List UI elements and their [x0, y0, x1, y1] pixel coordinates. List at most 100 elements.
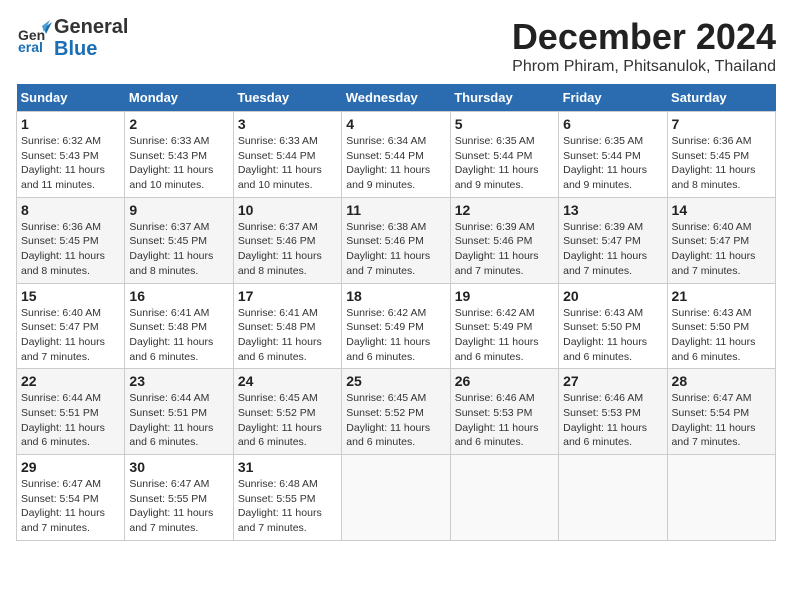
- calendar-cell: 7 Sunrise: 6:36 AM Sunset: 5:45 PM Dayli…: [667, 112, 775, 198]
- calendar-cell: [667, 455, 775, 541]
- day-info: Sunrise: 6:48 AM Sunset: 5:55 PM Dayligh…: [238, 477, 337, 536]
- day-info: Sunrise: 6:40 AM Sunset: 5:47 PM Dayligh…: [672, 220, 771, 279]
- day-number: 5: [455, 116, 554, 132]
- day-info: Sunrise: 6:45 AM Sunset: 5:52 PM Dayligh…: [346, 391, 445, 450]
- header-monday: Monday: [125, 84, 233, 112]
- day-info: Sunrise: 6:47 AM Sunset: 5:55 PM Dayligh…: [129, 477, 228, 536]
- day-info: Sunrise: 6:41 AM Sunset: 5:48 PM Dayligh…: [129, 306, 228, 365]
- calendar-cell: 31 Sunrise: 6:48 AM Sunset: 5:55 PM Dayl…: [233, 455, 341, 541]
- day-number: 9: [129, 202, 228, 218]
- day-info: Sunrise: 6:41 AM Sunset: 5:48 PM Dayligh…: [238, 306, 337, 365]
- day-number: 16: [129, 288, 228, 304]
- calendar-week-row: 29 Sunrise: 6:47 AM Sunset: 5:54 PM Dayl…: [17, 455, 776, 541]
- day-number: 14: [672, 202, 771, 218]
- day-number: 15: [21, 288, 120, 304]
- day-info: Sunrise: 6:32 AM Sunset: 5:43 PM Dayligh…: [21, 134, 120, 193]
- day-number: 21: [672, 288, 771, 304]
- calendar-cell: 3 Sunrise: 6:33 AM Sunset: 5:44 PM Dayli…: [233, 112, 341, 198]
- day-number: 11: [346, 202, 445, 218]
- calendar-cell: 27 Sunrise: 6:46 AM Sunset: 5:53 PM Dayl…: [559, 369, 667, 455]
- calendar-cell: 1 Sunrise: 6:32 AM Sunset: 5:43 PM Dayli…: [17, 112, 125, 198]
- day-info: Sunrise: 6:46 AM Sunset: 5:53 PM Dayligh…: [455, 391, 554, 450]
- header-friday: Friday: [559, 84, 667, 112]
- header-tuesday: Tuesday: [233, 84, 341, 112]
- day-number: 10: [238, 202, 337, 218]
- day-number: 27: [563, 373, 662, 389]
- day-number: 18: [346, 288, 445, 304]
- calendar-cell: 2 Sunrise: 6:33 AM Sunset: 5:43 PM Dayli…: [125, 112, 233, 198]
- day-info: Sunrise: 6:33 AM Sunset: 5:43 PM Dayligh…: [129, 134, 228, 193]
- day-number: 1: [21, 116, 120, 132]
- day-number: 2: [129, 116, 228, 132]
- day-info: Sunrise: 6:36 AM Sunset: 5:45 PM Dayligh…: [672, 134, 771, 193]
- calendar-cell: 30 Sunrise: 6:47 AM Sunset: 5:55 PM Dayl…: [125, 455, 233, 541]
- calendar-cell: 23 Sunrise: 6:44 AM Sunset: 5:51 PM Dayl…: [125, 369, 233, 455]
- location-title: Phrom Phiram, Phitsanulok, Thailand: [512, 58, 776, 76]
- logo-text: General Blue: [54, 16, 128, 60]
- calendar-cell: 5 Sunrise: 6:35 AM Sunset: 5:44 PM Dayli…: [450, 112, 558, 198]
- day-info: Sunrise: 6:38 AM Sunset: 5:46 PM Dayligh…: [346, 220, 445, 279]
- day-number: 31: [238, 459, 337, 475]
- day-number: 8: [21, 202, 120, 218]
- calendar-cell: 25 Sunrise: 6:45 AM Sunset: 5:52 PM Dayl…: [342, 369, 450, 455]
- calendar-cell: 6 Sunrise: 6:35 AM Sunset: 5:44 PM Dayli…: [559, 112, 667, 198]
- day-info: Sunrise: 6:42 AM Sunset: 5:49 PM Dayligh…: [455, 306, 554, 365]
- day-info: Sunrise: 6:36 AM Sunset: 5:45 PM Dayligh…: [21, 220, 120, 279]
- day-number: 29: [21, 459, 120, 475]
- calendar-cell: 29 Sunrise: 6:47 AM Sunset: 5:54 PM Dayl…: [17, 455, 125, 541]
- day-info: Sunrise: 6:43 AM Sunset: 5:50 PM Dayligh…: [563, 306, 662, 365]
- header-saturday: Saturday: [667, 84, 775, 112]
- day-info: Sunrise: 6:43 AM Sunset: 5:50 PM Dayligh…: [672, 306, 771, 365]
- calendar-week-row: 1 Sunrise: 6:32 AM Sunset: 5:43 PM Dayli…: [17, 112, 776, 198]
- calendar-cell: [450, 455, 558, 541]
- calendar-cell: 18 Sunrise: 6:42 AM Sunset: 5:49 PM Dayl…: [342, 283, 450, 369]
- day-info: Sunrise: 6:33 AM Sunset: 5:44 PM Dayligh…: [238, 134, 337, 193]
- calendar-cell: 4 Sunrise: 6:34 AM Sunset: 5:44 PM Dayli…: [342, 112, 450, 198]
- day-number: 30: [129, 459, 228, 475]
- header-sunday: Sunday: [17, 84, 125, 112]
- day-info: Sunrise: 6:37 AM Sunset: 5:46 PM Dayligh…: [238, 220, 337, 279]
- calendar-cell: 17 Sunrise: 6:41 AM Sunset: 5:48 PM Dayl…: [233, 283, 341, 369]
- day-number: 23: [129, 373, 228, 389]
- calendar-week-row: 22 Sunrise: 6:44 AM Sunset: 5:51 PM Dayl…: [17, 369, 776, 455]
- day-number: 22: [21, 373, 120, 389]
- day-info: Sunrise: 6:46 AM Sunset: 5:53 PM Dayligh…: [563, 391, 662, 450]
- day-number: 13: [563, 202, 662, 218]
- day-number: 4: [346, 116, 445, 132]
- header-thursday: Thursday: [450, 84, 558, 112]
- day-number: 28: [672, 373, 771, 389]
- day-info: Sunrise: 6:47 AM Sunset: 5:54 PM Dayligh…: [672, 391, 771, 450]
- calendar-cell: 19 Sunrise: 6:42 AM Sunset: 5:49 PM Dayl…: [450, 283, 558, 369]
- calendar-week-row: 15 Sunrise: 6:40 AM Sunset: 5:47 PM Dayl…: [17, 283, 776, 369]
- calendar-cell: [342, 455, 450, 541]
- day-info: Sunrise: 6:35 AM Sunset: 5:44 PM Dayligh…: [563, 134, 662, 193]
- day-number: 6: [563, 116, 662, 132]
- day-info: Sunrise: 6:34 AM Sunset: 5:44 PM Dayligh…: [346, 134, 445, 193]
- day-number: 20: [563, 288, 662, 304]
- calendar-cell: 10 Sunrise: 6:37 AM Sunset: 5:46 PM Dayl…: [233, 197, 341, 283]
- day-info: Sunrise: 6:44 AM Sunset: 5:51 PM Dayligh…: [21, 391, 120, 450]
- calendar-cell: 20 Sunrise: 6:43 AM Sunset: 5:50 PM Dayl…: [559, 283, 667, 369]
- day-number: 12: [455, 202, 554, 218]
- calendar-cell: 13 Sunrise: 6:39 AM Sunset: 5:47 PM Dayl…: [559, 197, 667, 283]
- calendar-cell: 28 Sunrise: 6:47 AM Sunset: 5:54 PM Dayl…: [667, 369, 775, 455]
- title-area: December 2024 Phrom Phiram, Phitsanulok,…: [512, 16, 776, 76]
- calendar-body: 1 Sunrise: 6:32 AM Sunset: 5:43 PM Dayli…: [17, 112, 776, 541]
- calendar-cell: 26 Sunrise: 6:46 AM Sunset: 5:53 PM Dayl…: [450, 369, 558, 455]
- day-info: Sunrise: 6:39 AM Sunset: 5:47 PM Dayligh…: [563, 220, 662, 279]
- day-info: Sunrise: 6:35 AM Sunset: 5:44 PM Dayligh…: [455, 134, 554, 193]
- calendar-cell: [559, 455, 667, 541]
- calendar-cell: 15 Sunrise: 6:40 AM Sunset: 5:47 PM Dayl…: [17, 283, 125, 369]
- day-number: 25: [346, 373, 445, 389]
- calendar-cell: 14 Sunrise: 6:40 AM Sunset: 5:47 PM Dayl…: [667, 197, 775, 283]
- logo: Gen eral General Blue: [16, 16, 128, 60]
- day-info: Sunrise: 6:44 AM Sunset: 5:51 PM Dayligh…: [129, 391, 228, 450]
- day-info: Sunrise: 6:39 AM Sunset: 5:46 PM Dayligh…: [455, 220, 554, 279]
- calendar-cell: 12 Sunrise: 6:39 AM Sunset: 5:46 PM Dayl…: [450, 197, 558, 283]
- month-title: December 2024: [512, 16, 776, 58]
- calendar-cell: 22 Sunrise: 6:44 AM Sunset: 5:51 PM Dayl…: [17, 369, 125, 455]
- calendar-week-row: 8 Sunrise: 6:36 AM Sunset: 5:45 PM Dayli…: [17, 197, 776, 283]
- page-header: Gen eral General Blue December 2024 Phro…: [16, 16, 776, 76]
- calendar-cell: 16 Sunrise: 6:41 AM Sunset: 5:48 PM Dayl…: [125, 283, 233, 369]
- calendar-cell: 21 Sunrise: 6:43 AM Sunset: 5:50 PM Dayl…: [667, 283, 775, 369]
